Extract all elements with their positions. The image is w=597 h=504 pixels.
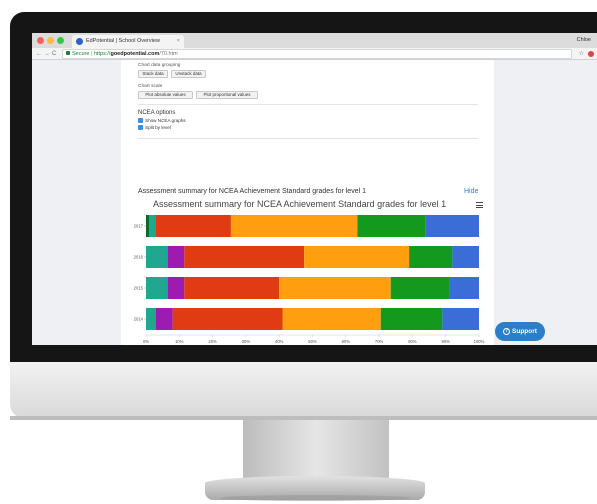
x-tick-label: 80% [408, 339, 417, 344]
back-arrow-icon[interactable]: ← [36, 48, 42, 60]
bar-segment-y [146, 277, 168, 299]
support-label: Support [512, 328, 537, 335]
y-tick-label: 2017 [134, 224, 144, 229]
bar-segment-y [146, 308, 156, 330]
x-tick-label: 90% [442, 339, 451, 344]
section-divider [138, 138, 478, 139]
x-tick-label: 20% [208, 339, 217, 344]
bar-segment-v [167, 246, 185, 268]
bar-segment-a [279, 277, 391, 299]
help-icon: ? [503, 327, 511, 335]
monitor-mockup: EdPotential | School Overview × Chloe ← … [0, 0, 597, 504]
plot-absolute-button[interactable]: Plot absolute values [138, 91, 193, 99]
monitor-stand-neck [243, 420, 389, 480]
bookmark-star-icon[interactable]: ☆ [579, 48, 584, 60]
x-tick-label: 100% [474, 339, 485, 344]
bar-segment-a [230, 215, 358, 237]
bar-segment-m [357, 215, 426, 237]
bar-segment-e [425, 215, 479, 237]
y-tick-label: 2016 [134, 255, 144, 260]
chart-scale-label: Chart scale [138, 84, 163, 89]
main-content: Chart data grouping Stack data Unstack d… [121, 60, 494, 345]
site-favicon-icon [76, 38, 83, 45]
unstack-data-button[interactable]: Unstack data [171, 70, 206, 78]
bar-segment-m [409, 246, 453, 268]
bar-segment-m [390, 277, 450, 299]
bar-segment-n [184, 277, 280, 299]
bar-segment-m [380, 308, 443, 330]
maximize-window-button[interactable] [57, 37, 64, 44]
plot-proportional-button[interactable]: Plot proportional values [196, 91, 258, 99]
screen: EdPotential | School Overview × Chloe ← … [32, 33, 597, 345]
url-input[interactable]: Secure | https://goedpotential.com/70.ht… [62, 49, 572, 59]
bar-segment-e [449, 277, 479, 299]
reload-icon[interactable]: C [52, 48, 56, 60]
url-separator: | [90, 51, 93, 57]
show-ncea-graphs-checkbox[interactable]: Show NCEA graphs [138, 118, 186, 124]
bar-segment-a [304, 246, 410, 268]
url-domain: goedpotential.com [110, 51, 160, 57]
bar-segment-y [149, 215, 156, 237]
tab-close-icon[interactable]: × [177, 35, 180, 48]
split-by-level-label: Split by level [145, 125, 171, 130]
bar-segment-v [167, 277, 185, 299]
url-protocol: https:// [93, 51, 111, 57]
split-by-level-checkbox[interactable]: Split by level [138, 125, 171, 131]
close-window-button[interactable] [37, 37, 44, 44]
x-tick-label: 60% [342, 339, 351, 344]
y-tick-label: 2014 [134, 317, 144, 322]
stacked-bar-chart: 0% 10% 20% 30% 40% 50% 60% 70% 80% 90% 100% 2017 201… [134, 215, 485, 344]
summary-header: Assessment summary for NCEA Achievement … [138, 188, 366, 195]
x-tick-label: 30% [242, 339, 251, 344]
bar-segment-y [146, 246, 168, 268]
minimize-window-button[interactable] [47, 37, 54, 44]
ncea-options-title: NCEA options [138, 110, 176, 116]
x-tick-label: 0% [143, 339, 149, 344]
grouping-label: Chart data grouping [138, 63, 181, 68]
hide-link[interactable]: Hide [464, 188, 478, 195]
address-bar: ← → C Secure | https://goedpotential.com… [32, 48, 597, 60]
bar-segment-e [442, 308, 479, 330]
x-tick-label: 70% [375, 339, 384, 344]
bar-segment-n [155, 215, 231, 237]
bar-segment-z [146, 215, 150, 237]
right-gutter [494, 60, 597, 345]
chart-menu-icon[interactable] [476, 202, 483, 208]
url-path: /70.htm [159, 51, 178, 57]
browser-tab[interactable]: EdPotential | School Overview × [72, 35, 184, 48]
stack-data-button[interactable]: Stack data [138, 70, 168, 78]
bar-segment-e [452, 246, 479, 268]
checkbox-checked-icon [138, 118, 143, 124]
forward-arrow-icon[interactable]: → [44, 48, 50, 60]
x-tick-label: 50% [308, 339, 317, 344]
chart-title: Assessment summary for NCEA Achievement … [153, 199, 447, 209]
x-tick-label: 40% [275, 339, 284, 344]
checkbox-checked-icon [138, 125, 143, 131]
tab-title: EdPotential | School Overview [86, 38, 160, 44]
monitor-stand-shadow [220, 495, 410, 501]
lock-icon [66, 51, 70, 55]
section-divider [138, 104, 478, 105]
bar-segment-a [282, 308, 381, 330]
support-button[interactable]: ? Support [495, 322, 545, 341]
bar-segment-n [172, 308, 283, 330]
show-ncea-graphs-label: Show NCEA graphs [145, 118, 186, 123]
bar-segment-n [184, 246, 305, 268]
bar-segment-v [155, 308, 173, 330]
extension-icon[interactable] [588, 51, 594, 57]
left-gutter [32, 60, 121, 345]
browser-tab-bar: EdPotential | School Overview × Chloe [32, 33, 597, 48]
monitor-chin [10, 362, 597, 418]
browser-user-name[interactable]: Chloe [577, 33, 591, 48]
page: Chart data grouping Stack data Unstack d… [32, 60, 597, 345]
y-tick-label: 2015 [134, 286, 144, 291]
secure-label: Secure [72, 51, 90, 57]
x-tick-label: 10% [175, 339, 184, 344]
